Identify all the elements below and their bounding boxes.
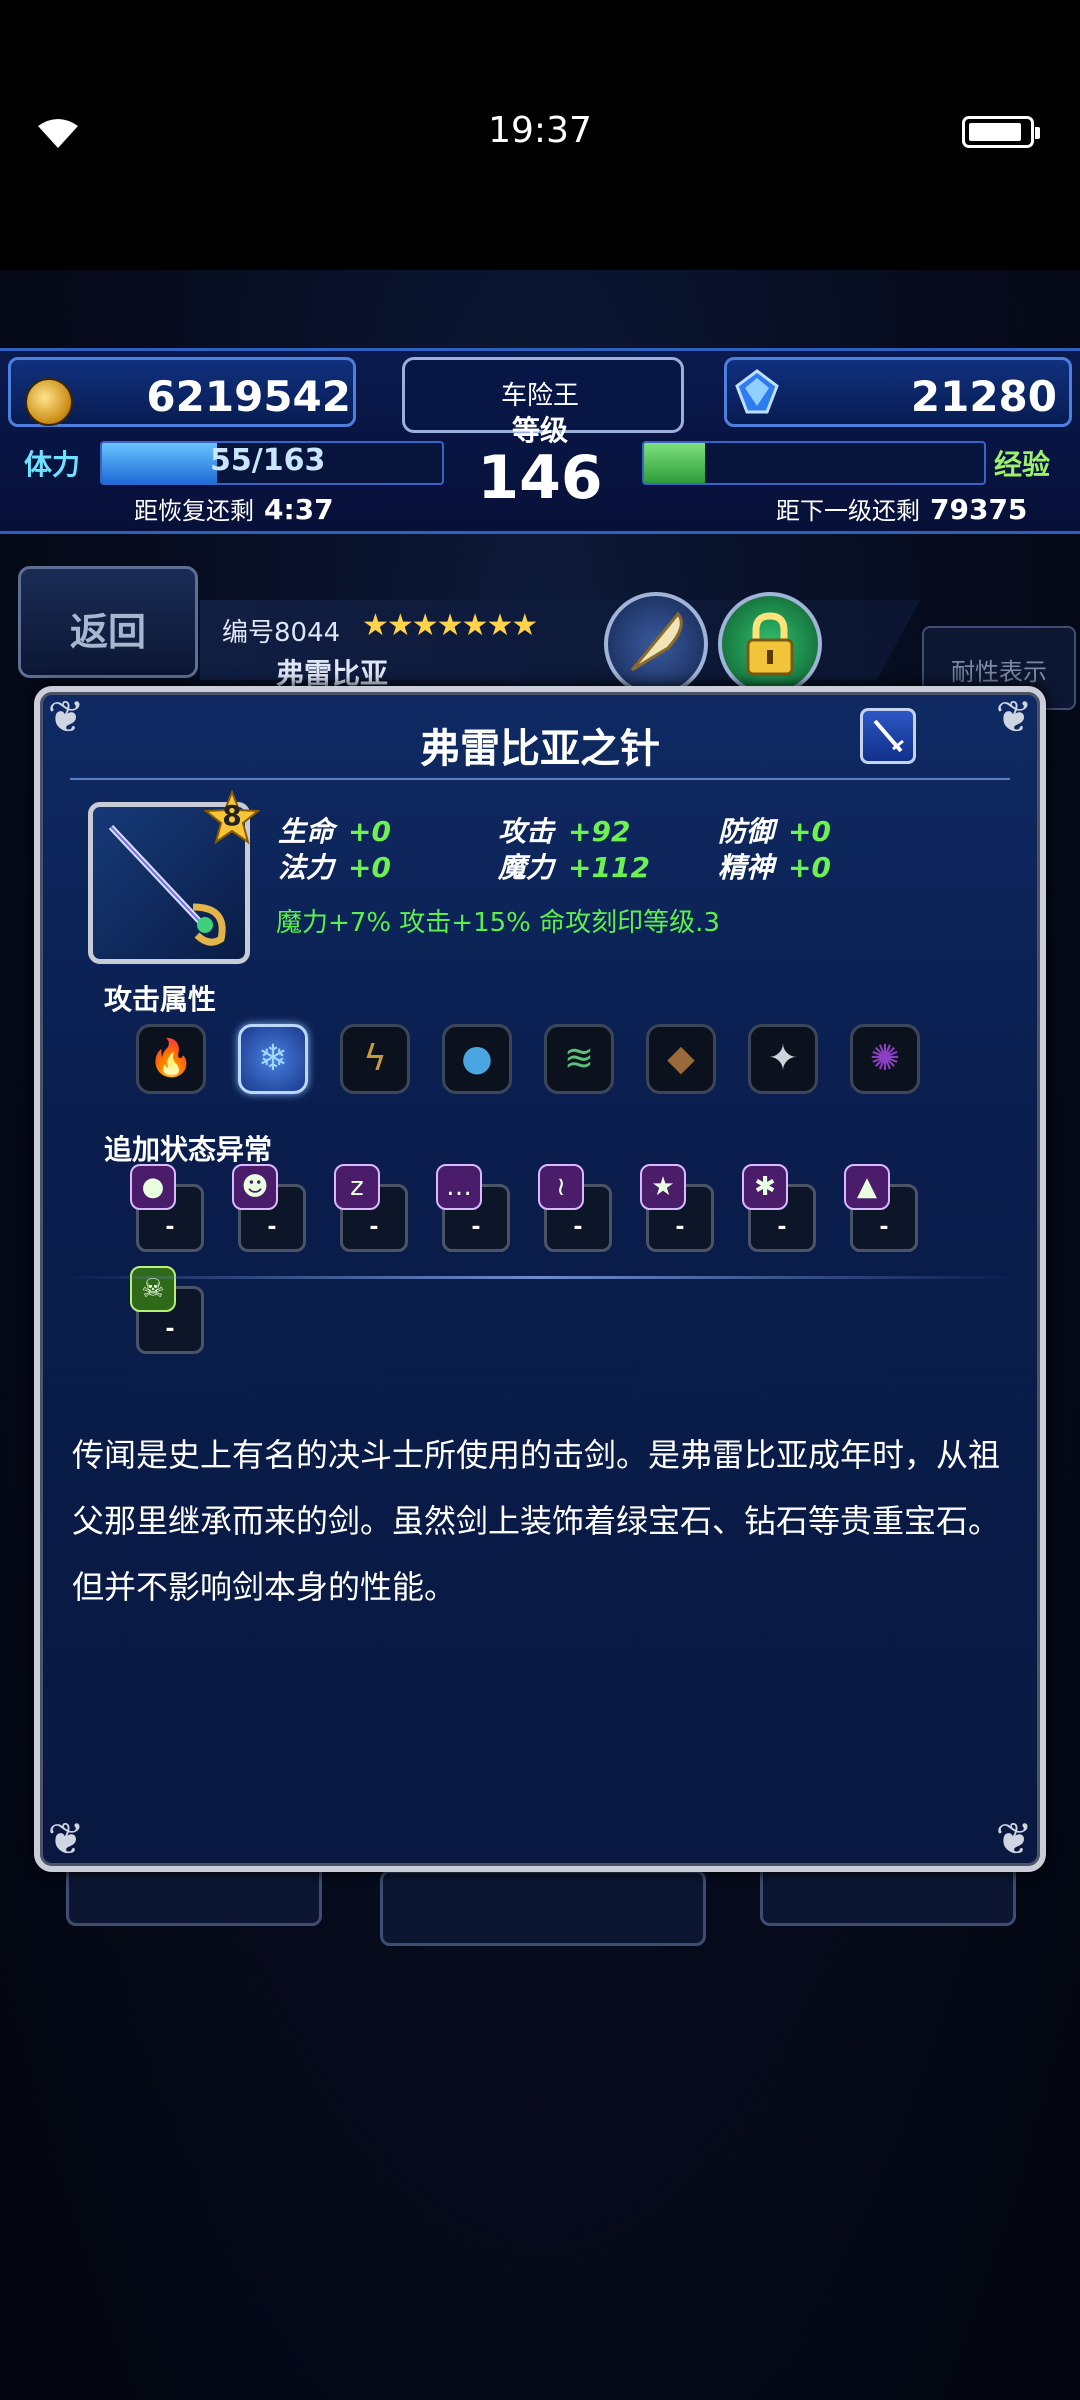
item-description: 传闻是史上有名的决斗士所使用的击剑。是弗雷比亚成年时，从祖父那里继承而来的剑。虽… bbox=[72, 1436, 1001, 1606]
unit-stars: ★★★★★★★ bbox=[362, 608, 538, 643]
bottom-button-center[interactable] bbox=[380, 1870, 706, 1946]
stat-mp: 法力 +0 bbox=[278, 851, 391, 884]
resistance-display-label: 耐性表示 bbox=[951, 658, 1047, 686]
ailment-value: - bbox=[573, 1215, 583, 1240]
element-ice: ❄ bbox=[238, 1024, 308, 1094]
element-lightning: ϟ bbox=[340, 1024, 410, 1094]
next-level-label: 距下一级还剩 bbox=[776, 497, 920, 525]
disease-icon: ✱ bbox=[742, 1164, 788, 1210]
unit-serial: 编号8044 bbox=[222, 618, 341, 648]
ailment-value: - bbox=[165, 1317, 175, 1342]
dark-icon: ✺ bbox=[869, 1038, 901, 1079]
exp-fill bbox=[644, 443, 706, 483]
ailment-value: - bbox=[369, 1215, 379, 1240]
rarity-value: 8 bbox=[222, 799, 242, 832]
light-icon: ✦ bbox=[767, 1038, 799, 1079]
death-icon: ☠ bbox=[130, 1266, 176, 1312]
ailment-value: - bbox=[675, 1215, 685, 1240]
element-wind: ≋ bbox=[544, 1024, 614, 1094]
petrify-icon: ▲ bbox=[844, 1164, 890, 1210]
corner-ornament-icon: ❦ bbox=[47, 1814, 85, 1865]
ailment-value: - bbox=[471, 1215, 481, 1240]
status-bar: 19:37 bbox=[0, 0, 1080, 270]
blind-icon: ☻ bbox=[232, 1164, 278, 1210]
gem-amount: 21280 bbox=[910, 372, 1057, 421]
section-divider bbox=[60, 1276, 1020, 1279]
lock-button[interactable] bbox=[718, 592, 822, 696]
clock: 19:37 bbox=[488, 110, 592, 151]
element-section-label: 攻击属性 bbox=[104, 983, 217, 1016]
corner-ornament-icon: ❦ bbox=[995, 1814, 1033, 1865]
player-name: 车险王 bbox=[500, 381, 579, 411]
stamina-value: 55/163 bbox=[210, 443, 326, 478]
water-icon: ● bbox=[461, 1038, 493, 1079]
recover-label: 距恢复还剩 bbox=[134, 497, 254, 525]
ailment-value: - bbox=[879, 1215, 889, 1240]
ailment-value: - bbox=[267, 1215, 277, 1240]
element-water: ● bbox=[442, 1024, 512, 1094]
confuse-icon: ★ bbox=[640, 1164, 686, 1210]
silence-icon: … bbox=[436, 1164, 482, 1210]
stat-spr: 精神 +0 bbox=[718, 851, 831, 884]
exp-bar bbox=[642, 441, 986, 485]
exp-label: 经验 bbox=[994, 448, 1051, 481]
ice-icon: ❄ bbox=[257, 1038, 289, 1079]
back-button[interactable]: 返回 bbox=[18, 566, 198, 678]
element-light: ✦ bbox=[748, 1024, 818, 1094]
element-fire: 🔥 bbox=[136, 1024, 206, 1094]
quill-button[interactable] bbox=[604, 592, 708, 696]
quill-icon bbox=[630, 611, 683, 672]
wind-icon: ≋ bbox=[563, 1038, 595, 1079]
poison-icon: ● bbox=[130, 1164, 176, 1210]
stat-def: 防御 +0 bbox=[718, 815, 831, 848]
item-effect: 魔力+7% 攻击+15% 命攻刻印等级.3 bbox=[276, 908, 720, 938]
fire-icon: 🔥 bbox=[148, 1038, 194, 1079]
stamina-fill bbox=[102, 443, 217, 483]
battery-icon bbox=[962, 116, 1040, 148]
sleep-icon: z bbox=[334, 1164, 380, 1210]
gil-panel: 6219542 bbox=[8, 357, 356, 427]
recover-timer: 距恢复还剩 4:37 bbox=[134, 491, 334, 526]
back-button-label: 返回 bbox=[69, 610, 146, 654]
earth-icon: ◆ bbox=[667, 1038, 695, 1079]
ailment-value: - bbox=[777, 1215, 787, 1240]
stat-atk: 攻击 +92 bbox=[498, 815, 631, 848]
gem-panel: 21280 bbox=[724, 357, 1072, 427]
lapis-gem-icon bbox=[735, 369, 779, 414]
recover-time: 4:37 bbox=[264, 493, 334, 526]
lightning-icon: ϟ bbox=[363, 1038, 387, 1079]
element-dark: ✺ bbox=[850, 1024, 920, 1094]
stat-mag: 魔力 +112 bbox=[498, 851, 650, 884]
player-header: 6219542 21280 车险王 等级 146 体力 55/163 距恢复还剩… bbox=[0, 348, 1080, 534]
ailment-value: - bbox=[165, 1215, 175, 1240]
stat-hp: 生命 +0 bbox=[278, 815, 391, 848]
next-level-exp: 79375 bbox=[930, 493, 1028, 526]
ailment-section-label: 追加状态异常 bbox=[104, 1133, 273, 1166]
paralyze-icon: ≀ bbox=[538, 1164, 584, 1210]
gil-coin-icon bbox=[25, 378, 73, 426]
element-earth: ◆ bbox=[646, 1024, 716, 1094]
gil-amount: 6219542 bbox=[146, 372, 351, 421]
stamina-label: 体力 bbox=[24, 448, 81, 481]
next-level: 距下一级还剩 79375 bbox=[776, 491, 1027, 526]
item-detail-modal: ❦ ❦ ❦ ❦ 弗雷比亚之针 8 生命 +0 攻击 +92 防御 +0 法力 +0 魔力… bbox=[34, 686, 1046, 1872]
lock-icon bbox=[746, 612, 794, 676]
sword-type-icon bbox=[860, 708, 916, 764]
